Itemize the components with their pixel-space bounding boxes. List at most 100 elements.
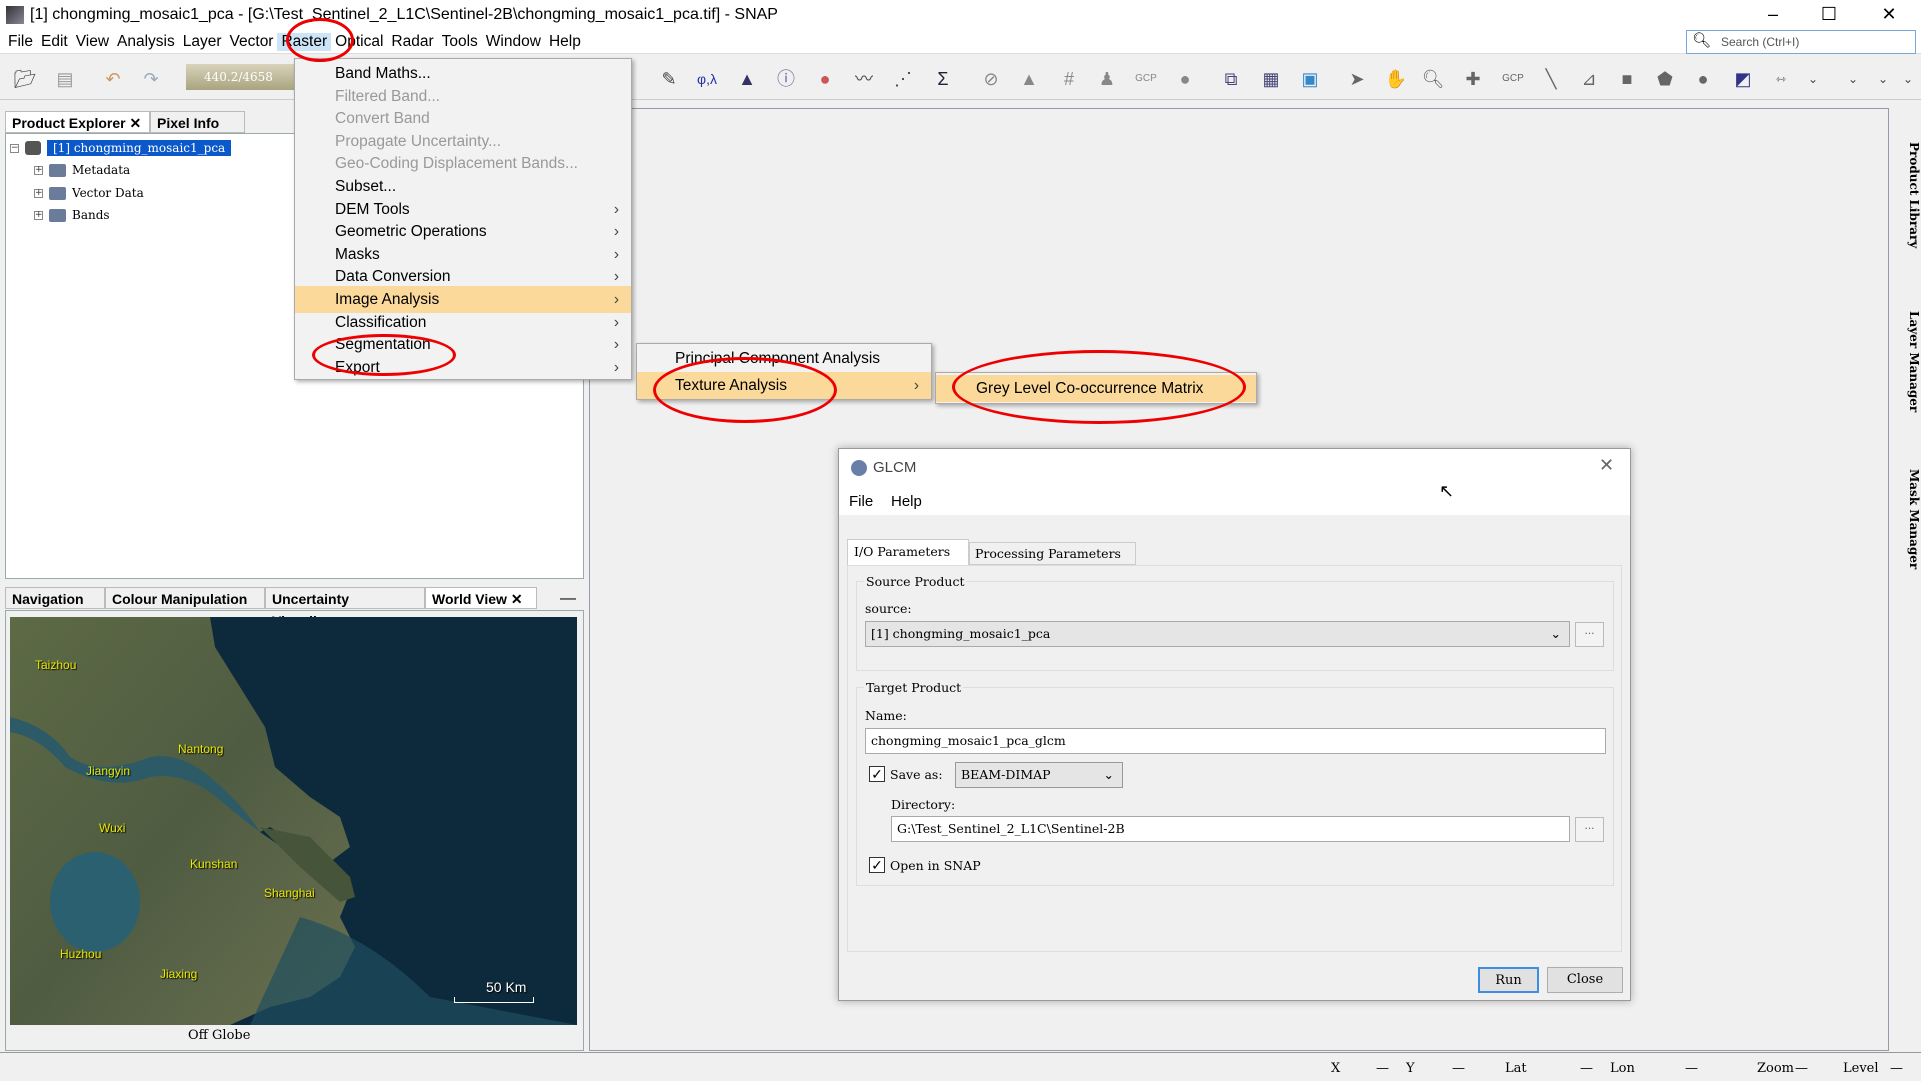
menu-edit[interactable]: Edit <box>37 33 72 51</box>
tree-item-bands[interactable]: + Bands <box>34 208 110 222</box>
run-button[interactable]: Run <box>1478 967 1539 993</box>
annotation-circle <box>286 18 354 62</box>
sidebar-product-library[interactable]: Product Library <box>1893 116 1921 266</box>
tree-item-product[interactable]: − [1] chongming_mosaic1_pca <box>10 140 232 156</box>
geo-coding-icon[interactable]: φ,λ <box>694 66 720 92</box>
batch-processing-icon[interactable]: ▦ <box>1258 66 1284 92</box>
close-dialog-icon[interactable]: ✕ <box>1599 455 1614 476</box>
band-maths-icon[interactable]: ✎ <box>656 66 682 92</box>
menu-item-label: Propagate Uncertainty... <box>335 132 501 150</box>
menu-view[interactable]: View <box>72 33 113 51</box>
menu-tools[interactable]: Tools <box>438 33 482 51</box>
world-map[interactable]: Taizhou Nantong Jiangyin Wuxi Kunshan Sh… <box>10 617 577 1025</box>
annotation-circle <box>653 357 837 423</box>
menu-file[interactable]: File <box>4 33 37 51</box>
tab-uncertainty-visualisation[interactable]: Uncertainty Visualis··· <box>265 587 425 629</box>
close-tab-icon[interactable]: ✕ <box>129 115 141 131</box>
memory-indicator[interactable]: 440.2/4658 <box>186 64 296 90</box>
satellite-image <box>10 617 577 1025</box>
close-tab-icon[interactable]: ✕ <box>511 591 523 607</box>
save-as-checkbox[interactable]: ✓ <box>869 766 885 782</box>
format-select[interactable]: BEAM-DIMAP ⌄ <box>955 762 1123 788</box>
more-tools-icon[interactable]: ⌄ <box>1895 66 1921 92</box>
sidebar-mask-manager[interactable]: Mask Manager <box>1893 443 1921 573</box>
menu-vector[interactable]: Vector <box>226 33 278 51</box>
minimize-panel-icon[interactable]: — <box>560 590 576 608</box>
expand-icon[interactable]: + <box>34 165 43 175</box>
close-window-button[interactable]: ✕ <box>1866 0 1912 30</box>
tab-navigation[interactable]: Navigation <box>5 587 105 609</box>
maximize-button[interactable]: ☐ <box>1806 0 1852 30</box>
line-tool-icon[interactable]: ╲ <box>1538 66 1564 92</box>
tab-processing-parameters[interactable]: Processing Parameters <box>969 542 1136 565</box>
expand-icon[interactable]: + <box>34 210 43 220</box>
annotation-circle <box>952 350 1246 424</box>
directory-browse-button[interactable]: ... <box>1575 817 1604 842</box>
sum-icon[interactable]: Σ <box>930 66 956 92</box>
more-tools-icon[interactable]: ⌄ <box>1870 66 1896 92</box>
tab-world-view[interactable]: World View ✕ <box>425 587 537 609</box>
city-label: Kunshan <box>190 857 238 871</box>
information-icon[interactable]: ⓘ <box>773 66 799 92</box>
ellipse-tool-icon[interactable]: ● <box>1690 66 1716 92</box>
menu-window[interactable]: Window <box>482 33 545 51</box>
range-finder-icon[interactable]: ⇿ <box>1768 66 1794 92</box>
city-label: Nantong <box>178 742 224 756</box>
rectangle-tool-icon[interactable]: ■ <box>1614 66 1640 92</box>
select-tool-icon[interactable]: ➤ <box>1344 66 1370 92</box>
undo-icon[interactable]: ↶ <box>100 66 126 92</box>
gcp-icon[interactable]: GCP <box>1133 66 1159 92</box>
open-in-snap-checkbox[interactable]: ✓ <box>869 857 885 873</box>
world-map-icon[interactable]: ▣ <box>1297 66 1323 92</box>
gcp-placing-icon[interactable]: GCP <box>1500 66 1526 92</box>
tree-item-vector-data[interactable]: + Vector Data <box>34 186 144 200</box>
redo-icon[interactable]: ↷ <box>138 66 164 92</box>
menu-analysis[interactable]: Analysis <box>113 33 179 51</box>
new-vector-icon[interactable]: ◩ <box>1730 66 1756 92</box>
tab-pixel-info[interactable]: Pixel Info <box>150 111 245 133</box>
sidebar-layer-manager[interactable]: Layer Manager <box>1893 285 1921 425</box>
collapse-icon[interactable]: − <box>10 143 19 153</box>
polygon-tool-icon[interactable]: ⬟ <box>1652 66 1678 92</box>
status-x-label: X <box>1331 1061 1341 1076</box>
source-browse-button[interactable]: ... <box>1575 622 1604 647</box>
profile-plot-icon[interactable]: 〰 <box>851 66 877 92</box>
menu-item-label: Image Analysis <box>335 291 440 308</box>
save-product-icon[interactable]: ▤ <box>52 66 78 92</box>
dialog-menu-file[interactable]: File <box>849 493 873 510</box>
layer-icon[interactable]: ▲ <box>1016 66 1042 92</box>
more-tools-icon[interactable]: ⌄ <box>1840 66 1866 92</box>
menu-radar[interactable]: Radar <box>387 33 437 51</box>
pin-placing-icon[interactable]: ✚ <box>1460 66 1486 92</box>
pan-tool-icon[interactable]: ✋ <box>1383 66 1409 92</box>
menu-layer[interactable]: Layer <box>179 33 226 51</box>
menu-help[interactable]: Help <box>545 33 585 51</box>
tab-product-explorer[interactable]: Product Explorer ✕ <box>5 111 150 133</box>
directory-input[interactable]: G:\Test_Sentinel_2_L1C\Sentinel-2B <box>891 816 1570 842</box>
mouse-cursor-icon: ↖ <box>1439 481 1455 501</box>
minimize-button[interactable]: – <box>1750 0 1796 30</box>
target-name-input[interactable]: chongming_mosaic1_pca_glcm <box>865 728 1606 754</box>
graph-builder-icon[interactable]: ⧉ <box>1218 66 1244 92</box>
grid-icon[interactable]: # <box>1056 66 1082 92</box>
zoom-tool-icon[interactable]: 🔍︎ <box>1420 66 1446 92</box>
histogram-icon[interactable]: ▲ <box>734 66 760 92</box>
tab-colour-manipulation[interactable]: Colour Manipulation <box>105 587 265 609</box>
tree-item-metadata[interactable]: + Metadata <box>34 163 130 177</box>
menu-item-label: Subset... <box>335 178 397 195</box>
tab-io-parameters[interactable]: I/O Parameters <box>847 539 969 565</box>
scale-bar <box>454 997 534 1003</box>
source-product-select[interactable]: [1] chongming_mosaic1_pca ⌄ <box>865 621 1570 647</box>
polyline-tool-icon[interactable]: ⊿ <box>1576 66 1602 92</box>
statistics-icon[interactable]: ● <box>812 66 838 92</box>
close-button[interactable]: Close <box>1547 967 1623 993</box>
open-product-icon[interactable]: 📂︎ <box>12 66 38 92</box>
expand-icon[interactable]: + <box>34 188 43 198</box>
pin-icon[interactable]: ♟ <box>1094 66 1120 92</box>
mask-icon[interactable]: ⊘ <box>978 66 1004 92</box>
more-tools-icon[interactable]: ⌄ <box>1800 66 1826 92</box>
dialog-menu-help[interactable]: Help <box>891 493 922 510</box>
scatter-plot-icon[interactable]: ⋰ <box>890 66 916 92</box>
world-icon[interactable]: ● <box>1172 66 1198 92</box>
search-input[interactable]: Search (Ctrl+I) <box>1686 30 1916 54</box>
